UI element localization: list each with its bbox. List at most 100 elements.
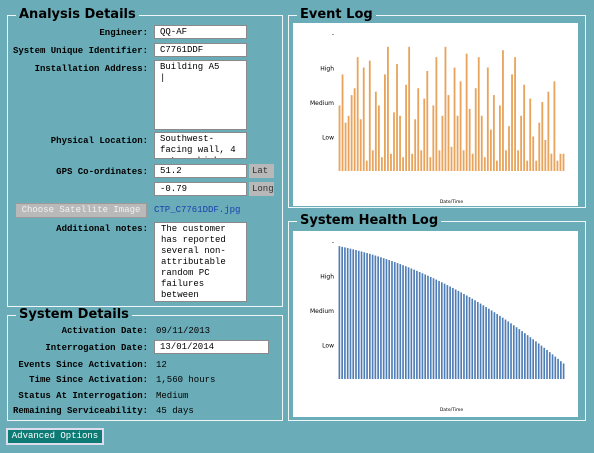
- bar: [387, 46, 389, 171]
- bar: [423, 98, 426, 171]
- install-address-field[interactable]: Building A5 |: [154, 60, 247, 130]
- bar: [492, 95, 495, 171]
- bar: [524, 333, 526, 379]
- bar: [508, 126, 510, 171]
- bar: [363, 252, 366, 379]
- bar: [444, 46, 447, 171]
- bar: [377, 105, 380, 171]
- event-log-chart: Low Medium High - Date/Time: [293, 23, 578, 206]
- bar: [380, 157, 383, 171]
- bar: [385, 259, 388, 379]
- system-health-chart: Low Medium High - Date/Time: [293, 231, 578, 417]
- bar: [449, 286, 451, 379]
- uid-field[interactable]: C7761DDF: [154, 43, 247, 57]
- bar: [396, 64, 398, 171]
- system-health-title: System Health Log: [297, 213, 442, 229]
- time-since-activation-label: Time Since Activation:: [29, 375, 148, 385]
- bar: [468, 108, 471, 171]
- y-tick-label: Medium: [310, 100, 334, 107]
- bar: [450, 146, 453, 171]
- bar: [553, 81, 556, 171]
- long-field[interactable]: -0.79: [154, 182, 247, 196]
- bar: [543, 347, 546, 379]
- bar: [518, 329, 521, 379]
- physical-location-field[interactable]: Southwest-facing wall, 4 metres high: [154, 132, 247, 159]
- bar: [512, 325, 515, 379]
- engineer-field[interactable]: QQ-AF: [154, 25, 247, 39]
- bar: [368, 60, 371, 171]
- satellite-file-link[interactable]: CTP_C7761DDF.jpg: [154, 205, 240, 215]
- bar: [418, 271, 421, 379]
- notes-field[interactable]: The customer has reported several non-at…: [154, 222, 247, 302]
- bar: [501, 317, 504, 379]
- bar: [502, 50, 504, 171]
- bar: [532, 136, 535, 171]
- bar: [551, 354, 554, 379]
- physical-location-label: Physical Location:: [50, 136, 148, 146]
- bar: [548, 352, 551, 379]
- bar: [435, 57, 438, 171]
- bar: [452, 287, 454, 379]
- bar: [523, 84, 526, 171]
- bar: [556, 160, 559, 171]
- bar: [488, 308, 490, 379]
- bar: [507, 321, 510, 379]
- bar: [511, 74, 513, 171]
- bar: [453, 67, 456, 171]
- bar: [480, 115, 483, 171]
- bar: [447, 95, 450, 171]
- bar: [479, 303, 482, 379]
- advanced-options-button[interactable]: Advanced Options: [6, 428, 104, 445]
- bar: [471, 153, 474, 171]
- bar: [520, 115, 523, 171]
- bar: [411, 153, 414, 171]
- bar: [388, 260, 391, 379]
- bar: [465, 295, 468, 379]
- bar: [515, 327, 518, 379]
- bar: [353, 88, 356, 171]
- bar: [443, 283, 446, 379]
- bar: [526, 160, 529, 171]
- bar: [510, 323, 512, 379]
- bar: [559, 153, 562, 171]
- bar: [521, 331, 523, 379]
- y-tick-mark: -: [332, 239, 334, 246]
- bar: [390, 153, 392, 171]
- interrogation-date-field[interactable]: 13/01/2014: [154, 340, 269, 354]
- bar: [420, 150, 423, 171]
- bar: [441, 115, 444, 171]
- bar: [504, 319, 507, 379]
- bar: [346, 248, 349, 379]
- uid-label: System Unique Identifier:: [12, 46, 148, 56]
- bar: [462, 150, 465, 171]
- bar: [404, 266, 407, 379]
- bar: [477, 57, 480, 171]
- lat-field[interactable]: 51.2: [154, 164, 247, 178]
- choose-satellite-image-button[interactable]: Choose Satellite Image: [15, 203, 147, 218]
- bar: [550, 153, 553, 171]
- bar: [562, 153, 565, 171]
- bar: [499, 105, 501, 171]
- bar: [463, 293, 465, 379]
- bar: [399, 115, 401, 171]
- bar: [546, 349, 548, 379]
- bar: [540, 345, 543, 379]
- bar: [352, 249, 355, 379]
- bar: [562, 363, 565, 379]
- x-axis-label: Date/Time: [440, 199, 464, 205]
- bar: [402, 157, 404, 171]
- bar: [410, 268, 413, 379]
- bar: [476, 301, 479, 379]
- gps-label: GPS Co-ordinates:: [56, 167, 148, 177]
- bar: [377, 256, 379, 379]
- bar: [537, 343, 540, 379]
- bar: [362, 67, 365, 171]
- bar: [474, 88, 477, 171]
- bar: [360, 251, 363, 379]
- bar: [429, 276, 432, 379]
- bar: [517, 150, 519, 171]
- bar: [341, 74, 344, 171]
- bar: [489, 129, 492, 171]
- bar: [414, 119, 417, 171]
- bar: [438, 280, 440, 379]
